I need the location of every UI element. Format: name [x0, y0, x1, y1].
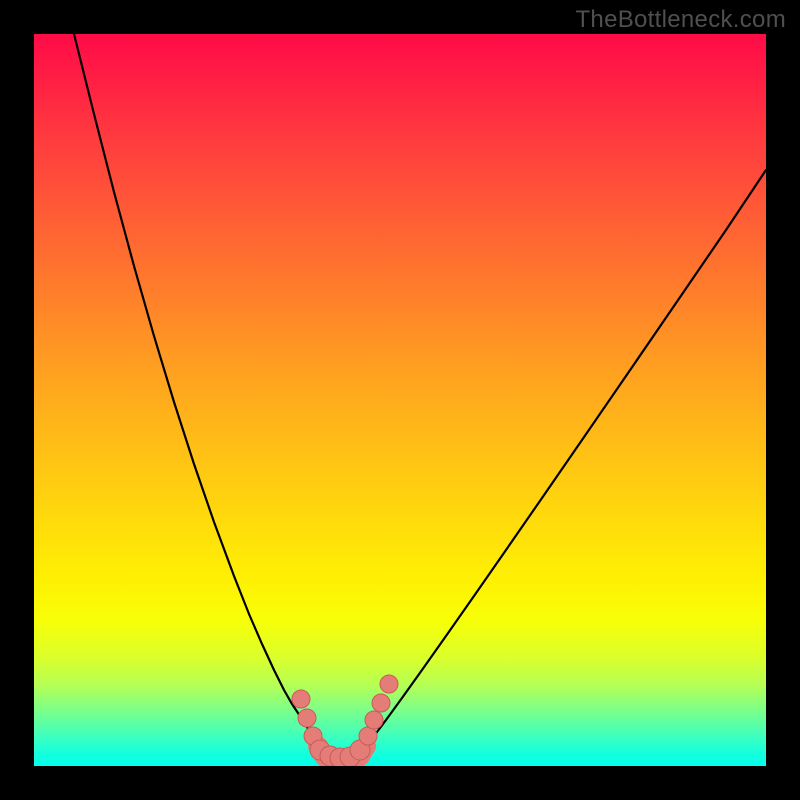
marker-dots: [292, 675, 398, 766]
marker-dot: [298, 709, 316, 727]
plot-area: [34, 34, 766, 766]
marker-dot: [292, 690, 310, 708]
curve-layer: [34, 34, 766, 766]
curve-right-arm: [366, 170, 766, 746]
marker-dot: [372, 694, 390, 712]
marker-dot: [380, 675, 398, 693]
chart-frame: TheBottleneck.com: [0, 0, 800, 800]
curve-left-arm: [74, 34, 318, 746]
watermark-text: TheBottleneck.com: [575, 6, 786, 34]
curve-paths: [74, 34, 766, 746]
marker-dot: [365, 711, 383, 729]
marker-dot: [359, 727, 377, 745]
